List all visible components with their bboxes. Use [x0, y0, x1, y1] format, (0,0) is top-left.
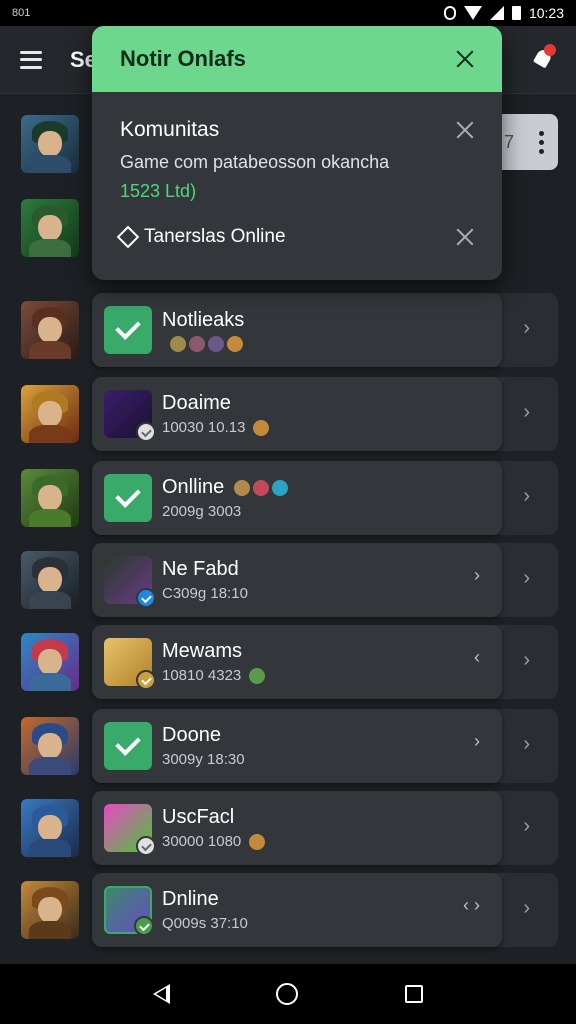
notification-item-subtitle: Game com patabeosson okancha	[120, 152, 390, 172]
back-icon[interactable]	[153, 984, 171, 1004]
battery-icon	[511, 6, 521, 20]
list-item[interactable]: 1 › Notlieaks	[0, 290, 576, 370]
notification-header: Notir Onlafs	[92, 26, 502, 92]
chevron-icon[interactable]: ‹	[474, 647, 480, 668]
game-card[interactable]: Doone 3009y 18:30 ›	[92, 709, 502, 783]
list-item[interactable]: ● › Onlline 2009g 3003	[0, 458, 576, 538]
check-icon[interactable]	[104, 722, 152, 770]
game-avatar	[21, 633, 79, 691]
notification-badge	[544, 44, 556, 56]
overflow-menu[interactable]: 7	[500, 114, 558, 170]
game-card[interactable]: Onlline 2009g 3003	[92, 461, 502, 535]
notification-popup: Notir Onlafs Komunitas Game com patabeos…	[92, 26, 502, 280]
more-vert-icon[interactable]	[539, 130, 544, 154]
chevron-right-icon[interactable]: ›	[474, 565, 480, 586]
system-nav-bar	[0, 964, 576, 1024]
cast-icon	[443, 6, 456, 20]
row-subtitle: Q009s 37:10	[162, 915, 248, 932]
chevron-right-icon[interactable]: ›	[523, 485, 530, 508]
game-avatar	[21, 469, 79, 527]
game-card[interactable]: Notlieaks	[92, 293, 502, 367]
chevron-right-icon[interactable]: ›	[523, 317, 530, 340]
row-title: Dnline	[162, 888, 219, 910]
game-card[interactable]: Mewams 10810 4323 ‹	[92, 625, 502, 699]
row-subtitle: 10030 10.13	[162, 419, 270, 436]
overflow-hint: 7	[504, 131, 515, 152]
row-subtitle: C309g 18:10	[162, 585, 248, 602]
chevron-right-icon[interactable]: ›	[523, 401, 530, 424]
notification-item-online[interactable]: Tanerslas Online	[116, 225, 286, 249]
list-item[interactable]: › Dnline Q009s 37:10 ‹ ›	[0, 870, 576, 950]
chevron-right-icon[interactable]: ›	[523, 815, 530, 838]
row-title: Notlieaks	[162, 308, 245, 331]
status-time: 10:23	[528, 5, 564, 21]
row-title: Doaime	[162, 392, 231, 414]
chevron-right-icon[interactable]: ›	[523, 567, 530, 590]
dismiss-icon[interactable]	[456, 228, 474, 246]
game-avatar	[21, 115, 79, 173]
game-card[interactable]: Dnline Q009s 37:10 ‹ ›	[92, 873, 502, 947]
game-tile-icon[interactable]	[104, 556, 156, 608]
row-subtitle: 3009y 18:30	[162, 751, 245, 768]
game-avatar	[21, 301, 79, 359]
notification-body: Komunitas Game com patabeosson okancha 1…	[92, 92, 502, 249]
chevron-right-icon[interactable]: ›	[523, 733, 530, 756]
check-icon[interactable]	[104, 474, 152, 522]
game-tile-icon[interactable]	[104, 886, 154, 936]
close-icon[interactable]	[456, 50, 474, 68]
row-subtitle: 30000 1080	[162, 833, 266, 850]
chevron-right-icon[interactable]: ›	[474, 731, 480, 752]
game-card[interactable]: UscFacl 30000 1080	[92, 791, 502, 865]
reaction-icons	[170, 335, 243, 352]
notification-item-count: 1523 Ltd)	[120, 181, 197, 201]
row-title: UscFacl	[162, 806, 235, 828]
status-bar: 801 10:23	[0, 0, 576, 26]
game-tile-icon[interactable]	[104, 804, 156, 856]
notification-item-title: Komunitas	[120, 118, 220, 141]
signal-icon	[489, 6, 504, 20]
recents-icon[interactable]	[404, 985, 423, 1003]
game-card[interactable]: Ne Fabd C309g 18:10 ›	[92, 543, 502, 617]
game-card[interactable]: Doaime 10030 10.13	[92, 377, 502, 451]
status-icons: 10:23	[443, 5, 564, 21]
list-item[interactable]: 1 › Doaime 10030 10.13	[0, 374, 576, 454]
game-avatar	[21, 385, 79, 443]
list-item[interactable]: ● › Mewams 10810 4323 ‹	[0, 622, 576, 702]
game-avatar	[21, 799, 79, 857]
status-left-text: 801	[12, 7, 31, 19]
row-subtitle	[162, 335, 244, 352]
chevron-icon[interactable]: ‹ ›	[463, 895, 480, 916]
row-title: Ne Fabd	[162, 558, 239, 580]
menu-icon[interactable]	[20, 50, 42, 69]
list-item[interactable]: 3 › UscFacl 30000 1080	[0, 788, 576, 868]
home-icon[interactable]	[276, 983, 299, 1005]
chevron-right-icon[interactable]: ›	[523, 649, 530, 672]
game-avatar	[21, 717, 79, 775]
row-subtitle: 2009g 3003	[162, 503, 242, 520]
row-subtitle: 10810 4323	[162, 667, 266, 684]
game-tile-icon[interactable]	[104, 390, 156, 442]
game-tile-icon[interactable]	[104, 638, 156, 690]
game-avatar	[21, 881, 79, 939]
list-item[interactable]: 2 › Doone 3009y 18:30 ›	[0, 706, 576, 786]
wifi-icon	[463, 6, 482, 20]
row-title: Onlline	[162, 476, 288, 499]
notification-bell-icon[interactable]	[532, 44, 556, 72]
notification-title: Notir Onlafs	[120, 46, 246, 71]
game-avatar	[21, 551, 79, 609]
dismiss-icon[interactable]	[456, 121, 474, 139]
row-title: Mewams	[162, 640, 243, 662]
game-avatar	[21, 199, 79, 257]
row-title: Doone	[162, 724, 221, 746]
chevron-right-icon[interactable]: ›	[523, 897, 530, 920]
list-item[interactable]: 3 › Ne Fabd C309g 18:10 ›	[0, 540, 576, 620]
check-icon[interactable]	[104, 306, 152, 354]
diamond-icon	[116, 225, 140, 249]
